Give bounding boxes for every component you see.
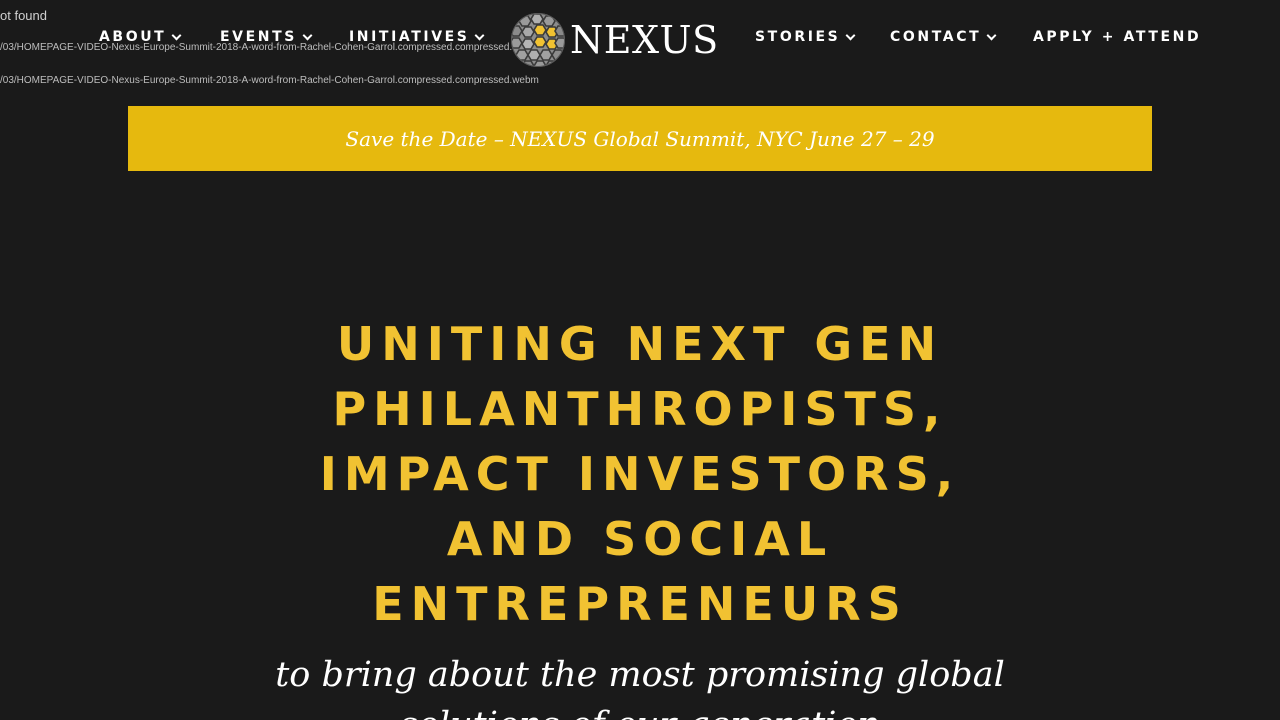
hero-heading-line: ENTREPRENEURS [372, 577, 908, 631]
chevron-down-icon [475, 30, 485, 40]
nexus-logo[interactable]: NEXUS [510, 12, 719, 68]
hero-subheading: to bring about the most promising global… [275, 655, 1005, 720]
nav-item-initiatives[interactable]: INITIATIVES [349, 29, 485, 45]
chevron-down-icon [986, 30, 997, 40]
nav-item-about-label: ABOUT [99, 29, 167, 45]
nav-item-apply-attend[interactable]: APPLY + ATTEND [1033, 29, 1201, 45]
nav-item-stories-label: STORIES [755, 29, 841, 45]
save-the-date-banner[interactable]: Save the Date – NEXUS Global Summit, NYC… [128, 106, 1152, 171]
error-message: ot found [0, 8, 47, 23]
banner-text: Save the Date – NEXUS Global Summit, NYC… [345, 126, 935, 151]
hero-heading-line: IMPACT INVESTORS, [319, 447, 961, 501]
nav-item-events[interactable]: EVENTS [220, 29, 313, 45]
nav-item-apply-attend-label: APPLY + ATTEND [1033, 29, 1202, 45]
nav-item-contact[interactable]: CONTACT [890, 29, 997, 45]
hero-heading-line: AND SOCIAL [446, 512, 834, 566]
chevron-down-icon [845, 30, 856, 40]
chevron-down-icon [302, 30, 313, 40]
nav-item-events-label: EVENTS [220, 29, 297, 45]
nav-item-initiatives-label: INITIATIVES [349, 29, 470, 45]
hero-heading-line: PHILANTHROPISTS, [332, 382, 948, 436]
honeycomb-globe-icon [511, 13, 565, 67]
video-source-path-webm: /03/HOMEPAGE-VIDEO-Nexus-Europe-Summit-2… [0, 75, 539, 86]
nav-item-stories[interactable]: STORIES [755, 29, 856, 45]
hero-heading-line: UNITING NEXT GEN [336, 317, 944, 371]
nav-item-about[interactable]: ABOUT [99, 29, 182, 45]
chevron-down-icon [171, 30, 182, 40]
logo-wordmark: NEXUS [570, 18, 719, 62]
nav-item-contact-label: CONTACT [890, 29, 982, 45]
hero-heading: UNITING NEXT GEN PHILANTHROPISTS, IMPACT… [240, 312, 1040, 637]
